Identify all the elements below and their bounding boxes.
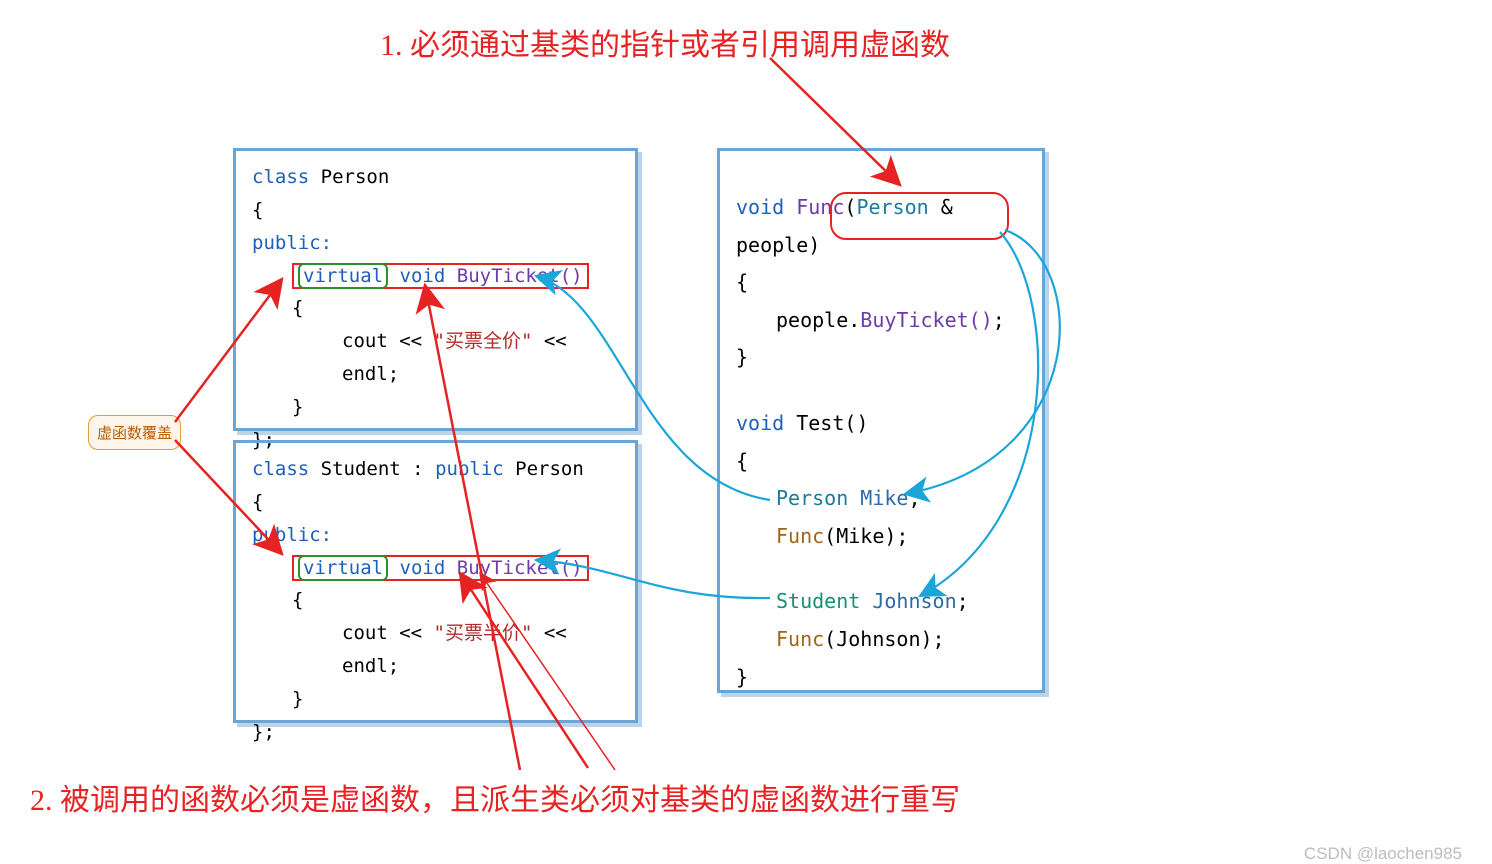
annotation-bottom: 2. 被调用的函数必须是虚函数，且派生类必须对基类的虚函数进行重写 [30, 775, 960, 819]
annotation-top: 1. 必须通过基类的指针或者引用调用虚函数 [380, 20, 950, 64]
call-func-johnson: Func [776, 627, 824, 651]
str-person: "买票全价" [434, 330, 533, 352]
type-person-t: Person [776, 486, 848, 510]
brace-close-fn: } [252, 391, 619, 424]
kw-class: class [252, 166, 309, 188]
str-student: "买票半价" [434, 622, 533, 644]
brace-close-s: }; [252, 716, 619, 749]
brace-close-func: } [736, 339, 1026, 377]
brace-close-fn-s: } [252, 683, 619, 716]
brace-open-fn-s: { [252, 584, 619, 617]
arg-people: people [736, 233, 808, 257]
cout-student: cout << [342, 622, 434, 644]
call-people: people. [776, 308, 860, 332]
name-student: Student [321, 458, 401, 480]
brace-open-func: { [736, 264, 1026, 302]
brace-close-test: } [736, 659, 1026, 697]
cout-person: cout << [342, 330, 434, 352]
fn-test: Test() [796, 411, 868, 435]
brace-open-test: { [736, 443, 1026, 481]
kw-void-func: void [736, 195, 784, 219]
watermark: CSDN @laochen985 [1304, 844, 1462, 864]
badge-virtual-override: 虚函数覆盖 [88, 415, 181, 450]
virtual-decl-person: virtual void BuyTicket() [292, 263, 589, 289]
kw-void-test: void [736, 411, 784, 435]
kw-public: public: [252, 232, 332, 254]
kw-public-s: public: [252, 524, 332, 546]
highlight-param [830, 192, 1009, 240]
var-mike: Mike [848, 486, 908, 510]
code-box-person: class Person { public: virtual void BuyT… [233, 148, 638, 431]
type-student-t: Student [776, 589, 860, 613]
brace-open-s: { [252, 486, 619, 519]
code-box-student: class Student : public Person { public: … [233, 440, 638, 723]
call-func-mike: Func [776, 524, 824, 548]
brace-open: { [252, 194, 619, 227]
var-johnson: Johnson [860, 589, 956, 613]
brace-open-fn: { [252, 292, 619, 325]
name-person: Person [321, 166, 390, 188]
virtual-decl-student: virtual void BuyTicket() [292, 555, 589, 581]
kw-class-s: class [252, 458, 309, 480]
